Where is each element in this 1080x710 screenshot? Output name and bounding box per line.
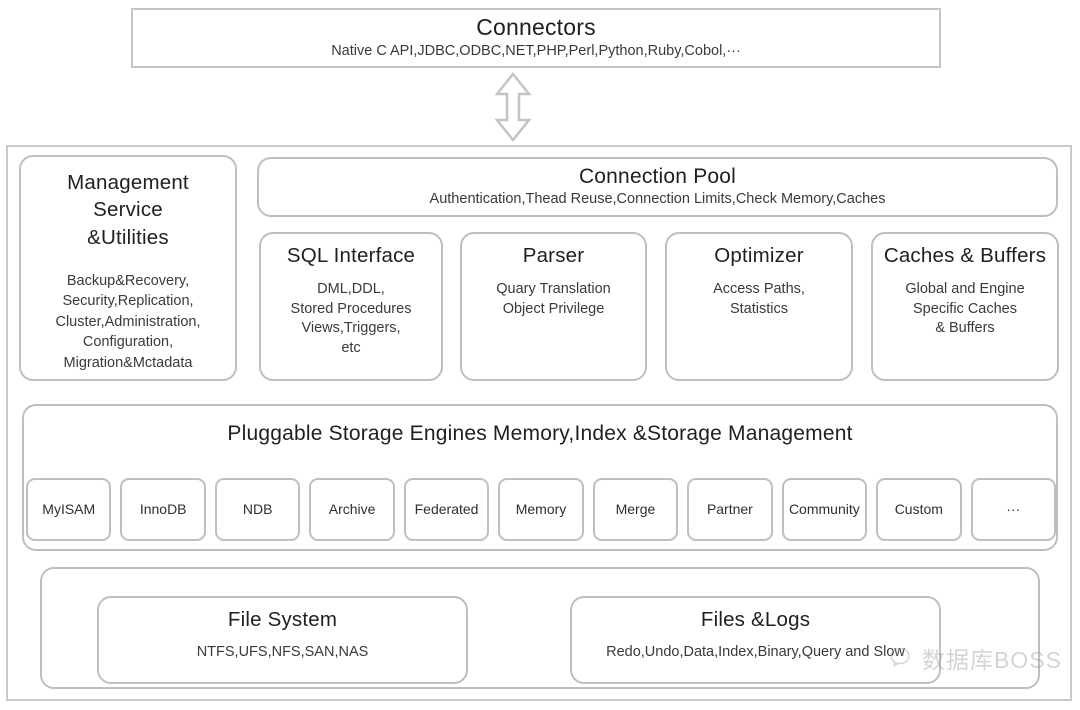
sql-interface-box: SQL Interface DML,DDL, Stored Procedures… [259,232,443,381]
optimizer-subtitle: Access Paths, Statistics [667,280,851,319]
connection-pool-title: Connection Pool [578,164,737,188]
parser-sub-line-1: Quary Translation [496,281,611,297]
sql-interface-sub-line-3: Views,Triggers, [301,320,401,337]
caches-sub-line-2: Specific Caches [913,300,1017,317]
storage-engine-chip-more[interactable]: ··· [970,478,1056,541]
file-system-title: File System [227,608,338,631]
sql-interface-subtitle: DML,DDL, Stored Procedures Views,Trigger… [261,280,441,358]
diagram-canvas: Connectors Native C API,JDBC,ODBC,NET,PH… [0,0,1080,710]
storage-engine-chip[interactable]: Archive [309,478,395,541]
caches-sub-line-1: Global and Engine [905,281,1025,297]
parser-subtitle: Quary Translation Object Privilege [462,280,645,319]
storage-engine-chip[interactable]: Merge [592,478,679,541]
sql-interface-sub-line-1: DML,DDL, [317,281,385,297]
parser-box: Parser Quary Translation Object Privileg… [460,232,647,381]
storage-engine-chip[interactable]: Partner [687,478,773,541]
caches-and-buffers-title: Caches & Buffers [883,244,1047,267]
connection-pool-subtitle: Authentication,Thead Reuse,Connection Li… [429,190,886,207]
optimizer-title: Optimizer [714,244,804,267]
storage-engines-title: Pluggable Storage Engines Memory,Index &… [227,422,853,445]
caches-and-buffers-box: Caches & Buffers Global and Engine Speci… [871,232,1059,381]
storage-engine-chip[interactable]: MyISAM [26,478,112,541]
optimizer-sub-line-2: Statistics [729,300,788,317]
files-and-logs-box: Files &Logs Redo,Undo,Data,Index,Binary,… [570,596,941,684]
management-service-subtitle: Backup&Recovery, Security,Replication, C… [29,271,227,374]
files-and-logs-subtitle: Redo,Undo,Data,Index,Binary,Query and Sl… [606,644,905,660]
file-system-subtitle: NTFS,UFS,NFS,SAN,NAS [196,644,369,660]
storage-engine-chip-row: MyISAM InnoDB NDB Archive Federat ed Memo… [26,478,1056,541]
management-title-line-2: Service [93,198,163,222]
storage-engine-chip[interactable]: Federat ed [403,478,490,541]
parser-title: Parser [522,244,585,267]
connectors-subtitle: Native C API,JDBC,ODBC,NET,PHP,Perl,Pyth… [331,43,741,60]
management-service-box: Management Service &Utilities Backup&Rec… [19,155,237,381]
optimizer-sub-line-1: Access Paths, [713,281,805,297]
management-title-line-1: Management [67,171,189,194]
management-sub-line-1: Backup&Recovery, [66,272,190,289]
storage-engine-chip[interactable]: InnoDB [120,478,206,541]
management-sub-line-2: Security,Replication, [62,293,194,310]
sql-interface-title: SQL Interface [286,244,416,267]
optimizer-box: Optimizer Access Paths, Statistics [665,232,853,381]
file-system-box: File System NTFS,UFS,NFS,SAN,NAS [97,596,468,684]
caches-sub-line-3: & Buffers [935,320,995,337]
management-title-line-3: &Utilities [87,225,169,249]
storage-engine-chip[interactable]: Commu nity [781,478,868,541]
management-sub-line-3: Cluster,Administration, [55,313,201,330]
sql-interface-sub-line-4: etc [341,339,361,356]
storage-engine-chip[interactable]: NDB [214,478,301,541]
connectors-title: Connectors [476,14,596,41]
connection-pool-box: Connection Pool Authentication,Thead Reu… [257,157,1058,217]
management-sub-line-4: Configuration, [82,334,174,351]
caches-and-buffers-subtitle: Global and Engine Specific Caches & Buff… [873,280,1057,339]
files-and-logs-title: Files &Logs [700,608,811,631]
double-headed-vertical-arrow-icon [494,72,532,142]
connectors-box: Connectors Native C API,JDBC,ODBC,NET,PH… [131,8,941,68]
management-sub-line-5: Migration&Mctadata [63,355,193,372]
parser-sub-line-2: Object Privilege [502,300,605,317]
storage-engine-chip[interactable]: Custom [876,478,962,541]
management-service-title: Management Service &Utilities [29,169,227,251]
sql-interface-sub-line-2: Stored Procedures [290,300,412,317]
storage-engine-chip[interactable]: Memory [498,478,584,541]
